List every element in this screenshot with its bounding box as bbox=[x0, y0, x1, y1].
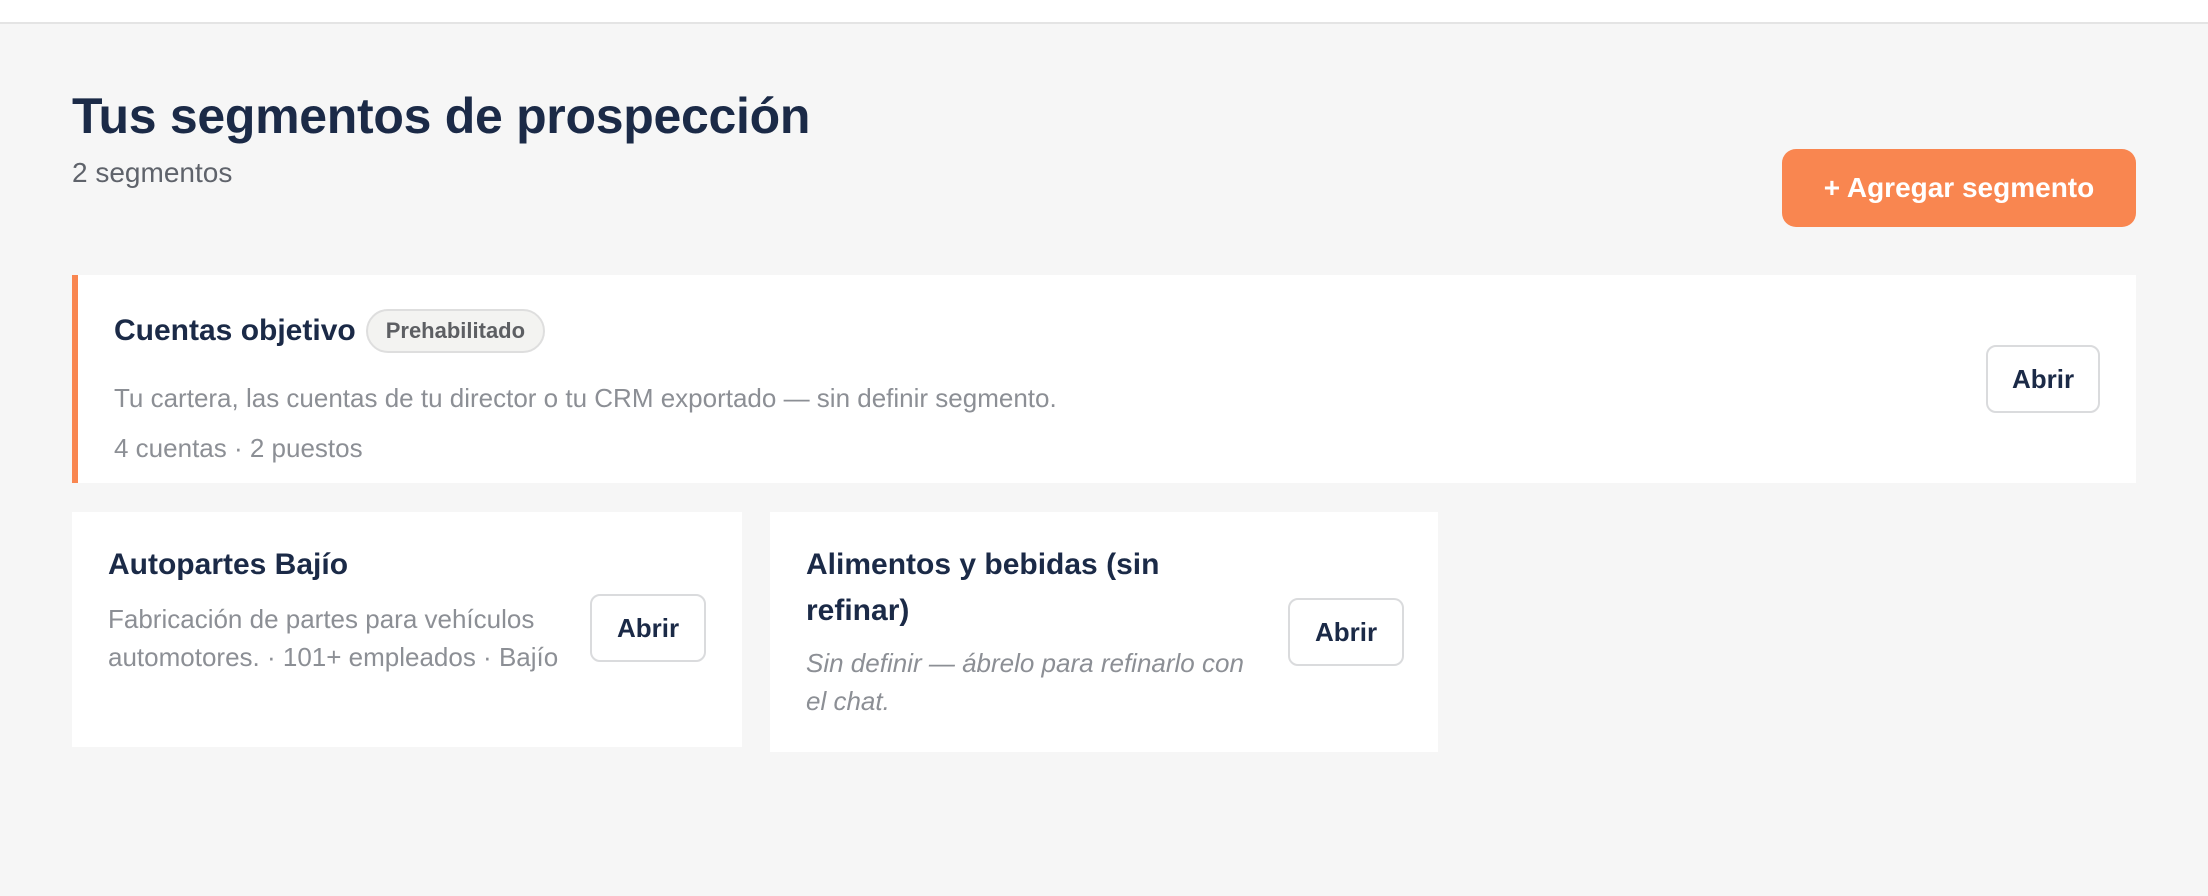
page-header: Tus segmentos de prospección 2 segmentos… bbox=[72, 86, 2136, 236]
segment-title: Cuentas objetivo bbox=[114, 314, 356, 347]
add-segment-button[interactable]: + Agregar segmento bbox=[1782, 149, 2136, 227]
segment-card-cuentas-objetivo: Cuentas objetivo Prehabilitado Tu carter… bbox=[72, 275, 2136, 483]
segment-meta: 4 cuentas · 2 puestos bbox=[114, 433, 363, 463]
segment-description: Tu cartera, las cuentas de tu director o… bbox=[114, 383, 1057, 413]
open-segment-button[interactable]: Abrir bbox=[1288, 598, 1404, 666]
open-segment-button[interactable]: Abrir bbox=[590, 594, 706, 662]
segment-title-row: Cuentas objetivo Prehabilitado bbox=[114, 309, 546, 353]
open-segment-button[interactable]: Abrir bbox=[1986, 345, 2100, 413]
status-badge: Prehabilitado bbox=[365, 309, 546, 353]
segment-card-alimentos-bebidas: Alimentos y bebidas (sin refinar) Sin de… bbox=[770, 512, 1438, 752]
segment-description: Sin definir — ábrelo para refinarlo con … bbox=[806, 648, 1244, 716]
segment-description: Fabricación de partes para vehículos aut… bbox=[108, 604, 559, 672]
segment-title: Autopartes Bajío bbox=[108, 548, 349, 581]
segment-card-autopartes-bajio: Autopartes Bajío Fabricación de partes p… bbox=[72, 512, 742, 747]
page-title: Tus segmentos de prospección bbox=[72, 88, 811, 144]
segment-title: Alimentos y bebidas (sin refinar) bbox=[806, 548, 1160, 627]
top-bar bbox=[0, 0, 2208, 24]
